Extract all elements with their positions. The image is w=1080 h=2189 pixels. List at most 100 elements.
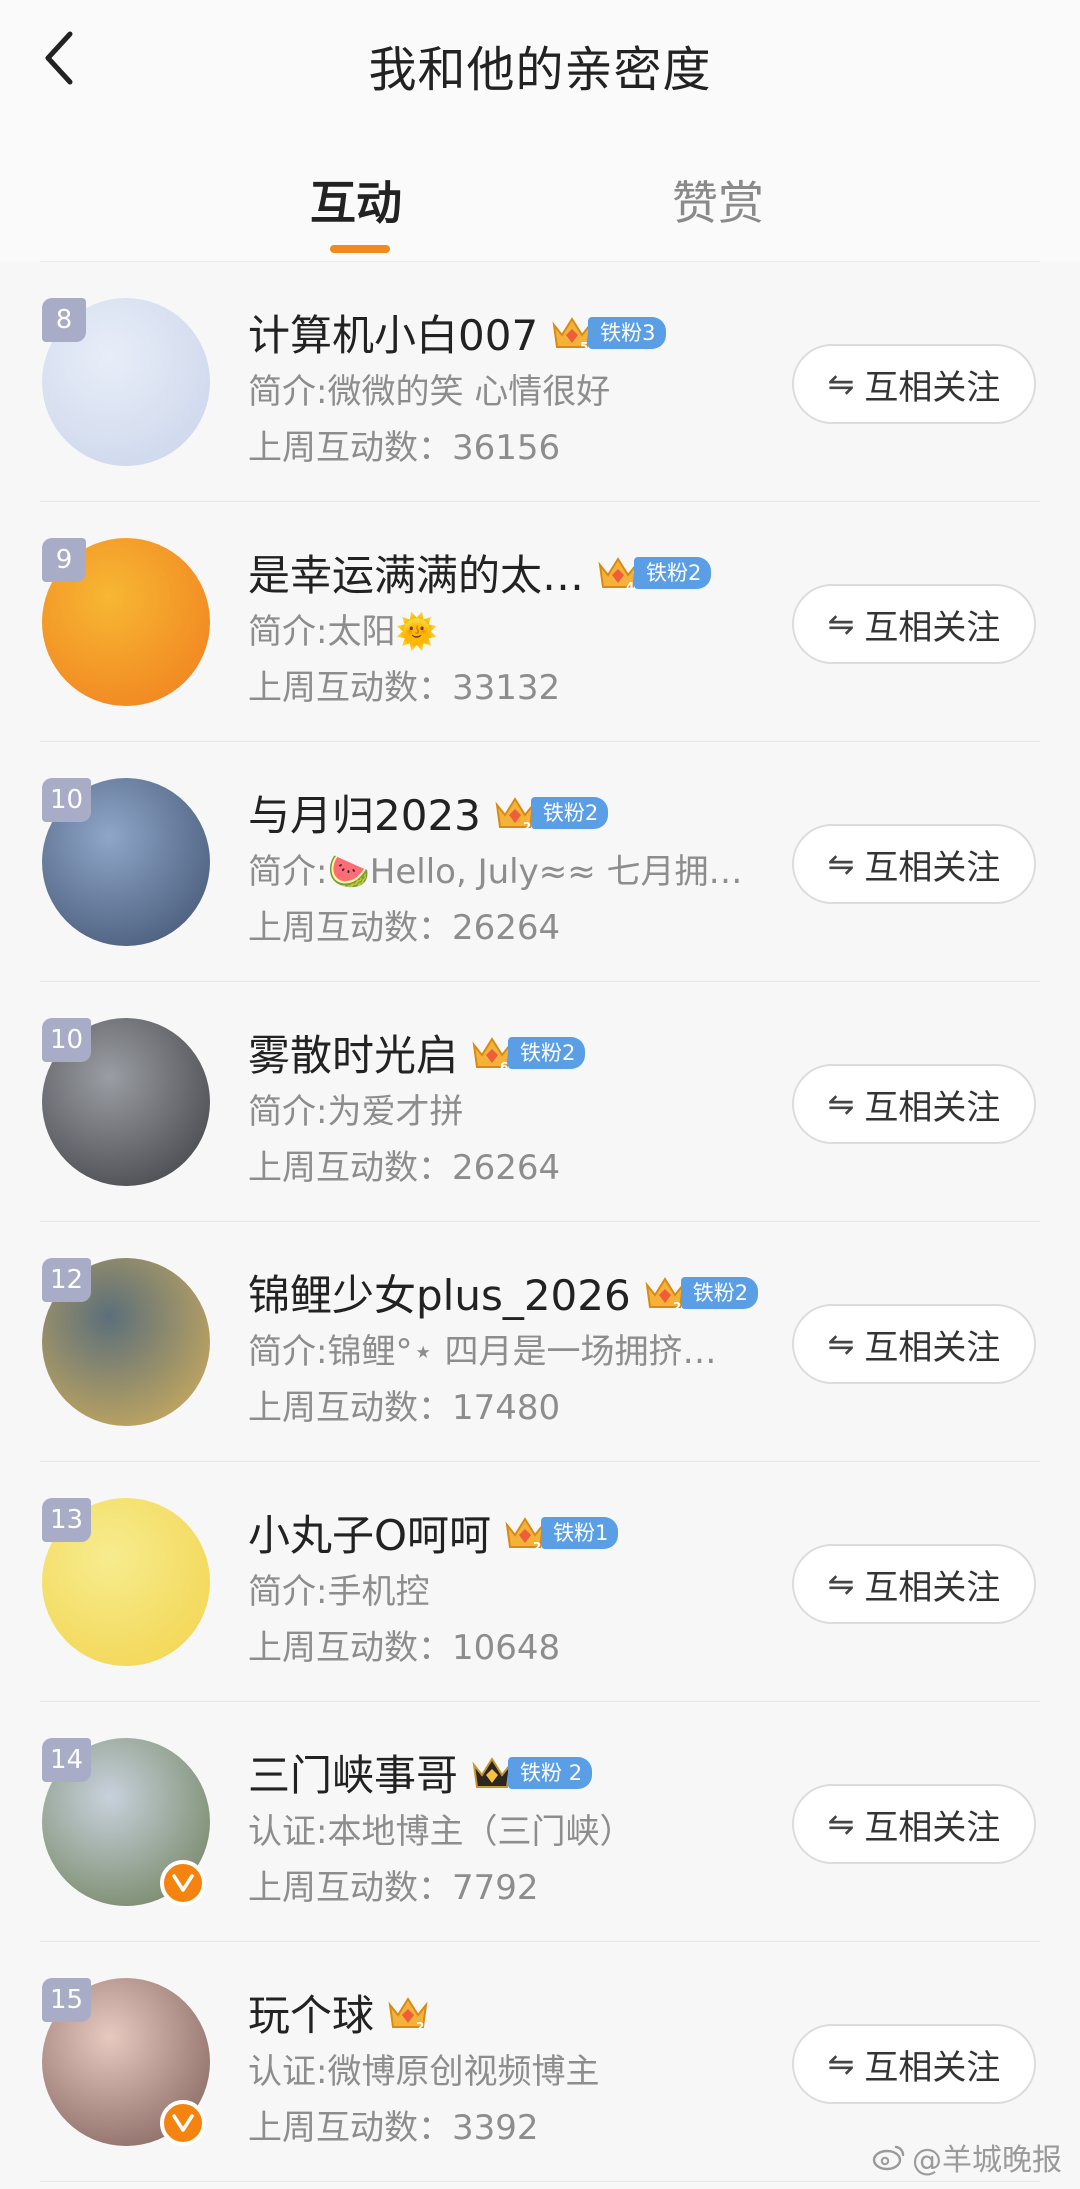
name-line: 是幸运满满的太… 4 铁粉2 [248, 542, 712, 603]
user-name[interactable]: 是幸运满满的太… [248, 542, 584, 603]
crown-level: 2 [523, 820, 531, 833]
user-name[interactable]: 小丸子O呵呵 [248, 1502, 491, 1563]
user-name[interactable]: 与月归2023 [248, 782, 481, 843]
weekly-interaction-count: 上周互动数：3392 [248, 2108, 539, 2148]
follow-label: 互相关注 [864, 1567, 1001, 1608]
fan-level-tag: 铁粉2 [634, 556, 712, 589]
fan-badge: 2 铁粉2 [643, 1273, 759, 1313]
name-line: 三门峡事哥 铁粉 2 [248, 1742, 593, 1803]
fan-level-tag: 铁粉 2 [508, 1756, 593, 1789]
divider [40, 2181, 1040, 2182]
user-intro: 简介:太阳🌞 [248, 612, 438, 652]
mutual-follow-button[interactable]: ⇋ 互相关注 [792, 584, 1036, 664]
follow-label: 互相关注 [864, 1087, 1001, 1128]
mutual-follow-button[interactable]: ⇋ 互相关注 [792, 344, 1036, 424]
tab-interaction[interactable]: 互动 [310, 167, 402, 233]
rank-badge: 8 [42, 298, 86, 342]
mutual-arrows-icon: ⇋ [827, 1085, 855, 1123]
user-name[interactable]: 雾散时光启 [248, 1022, 458, 1083]
list-item[interactable]: 9 是幸运满满的太… 4 铁粉2 简介:太阳🌞 上周互动数：33132 ⇋ 互相关注 [0, 502, 1080, 742]
weekly-interaction-count: 上周互动数：36156 [248, 428, 561, 468]
mutual-follow-button[interactable]: ⇋ 互相关注 [792, 1784, 1036, 1864]
user-name[interactable]: 锦鲤少女plus_2026 [248, 1262, 631, 1323]
mutual-arrows-icon: ⇋ [827, 605, 855, 643]
user-list: 8 计算机小白007 5 铁粉3 简介:微微的笑 心情很好 上周互动数：36156 ⇋ 互相关… [0, 262, 1080, 2182]
weibo-logo-icon [872, 2145, 905, 2171]
list-item[interactable]: 13 小丸子O呵呵 2 铁粉1 简介:手机控 上周互动数：10648 ⇋ 互相关注 [0, 1462, 1080, 1702]
user-name[interactable]: 玩个球 [248, 1982, 374, 2043]
mutual-arrows-icon: ⇋ [827, 365, 855, 403]
follow-label: 互相关注 [864, 847, 1001, 888]
fan-level-tag: 铁粉3 [588, 316, 666, 349]
intimacy-page: 我和他的亲密度 互动 赞赏 8 计算机小白007 5 铁粉3 简介:微微的笑 心情很好上… [0, 0, 1080, 2189]
rank-badge: 15 [42, 1978, 92, 2022]
active-tab-indicator [330, 245, 390, 253]
rank-badge: 9 [42, 538, 86, 582]
user-intro: 简介:为爱才拼 [248, 1092, 464, 1132]
weekly-interaction-count: 上周互动数：26264 [248, 908, 561, 948]
follow-label: 互相关注 [864, 1327, 1001, 1368]
mutual-arrows-icon: ⇋ [827, 1565, 855, 1603]
rank-badge: 10 [42, 778, 92, 822]
follow-label: 互相关注 [864, 1807, 1001, 1848]
name-line: 与月归2023 2 铁粉2 [248, 782, 609, 843]
mutual-arrows-icon: ⇋ [827, 2045, 855, 2083]
mutual-arrows-icon: ⇋ [827, 845, 855, 883]
mutual-follow-button[interactable]: ⇋ 互相关注 [792, 1064, 1036, 1144]
fan-badge: 6 铁粉2 [470, 1033, 586, 1073]
list-item[interactable]: 8 计算机小白007 5 铁粉3 简介:微微的笑 心情很好 上周互动数：36156 ⇋ 互相关… [0, 262, 1080, 502]
fan-level-tag: 铁粉2 [680, 1276, 759, 1309]
list-item[interactable]: 12 锦鲤少女plus_2026 2 铁粉2 简介:锦鲤°⋆ 四月是一场拥挤… 上周互动数… [0, 1222, 1080, 1462]
verified-badge-icon [160, 1860, 206, 1906]
user-name[interactable]: 计算机小白007 [248, 302, 538, 363]
mutual-follow-button[interactable]: ⇋ 互相关注 [792, 1304, 1036, 1384]
weekly-interaction-count: 上周互动数：33132 [248, 668, 561, 708]
fan-badge: 5 铁粉3 [550, 313, 666, 353]
watermark-text: @羊城晚报 [912, 2143, 1062, 2178]
crown-icon: 2 [388, 1996, 428, 2033]
follow-label: 互相关注 [864, 367, 1001, 408]
mutual-arrows-icon: ⇋ [827, 1325, 855, 1363]
tab-reward[interactable]: 赞赏 [672, 167, 764, 233]
user-name[interactable]: 三门峡事哥 [248, 1742, 458, 1803]
page-title: 我和他的亲密度 [368, 42, 712, 98]
user-intro: 简介:锦鲤°⋆ 四月是一场拥挤… [248, 1332, 717, 1372]
list-item[interactable]: 10 雾散时光启 6 铁粉2 简介:为爱才拼 上周互动数：26264 ⇋ 互相关注 [0, 982, 1080, 1222]
list-item[interactable]: 14 三门峡事哥 铁粉 2 认证:本地博主（三门峡） 上周互动数：7792 ⇋ 互相关注 [0, 1702, 1080, 1942]
mutual-follow-button[interactable]: ⇋ 互相关注 [792, 824, 1036, 904]
name-line: 玩个球 2 [248, 1982, 430, 2043]
rank-badge: 14 [42, 1738, 92, 1782]
name-line: 雾散时光启 6 铁粉2 [248, 1022, 586, 1083]
user-intro: 简介:🍉Hello, July≈≈ 七月拥… [248, 852, 743, 892]
user-intro: 简介:手机控 [248, 1572, 430, 1612]
watermark: @羊城晚报 [872, 2135, 1062, 2179]
follow-label: 互相关注 [864, 2047, 1001, 2088]
fan-level-tag: 铁粉1 [541, 1516, 619, 1549]
fan-level-tag: 铁粉2 [508, 1036, 586, 1069]
crown-level: 2 [416, 2020, 424, 2033]
weekly-interaction-count: 上周互动数：10648 [248, 1628, 561, 1668]
weekly-interaction-count: 上周互动数：7792 [248, 1868, 539, 1908]
rank-badge: 10 [42, 1018, 92, 1062]
rank-badge: 12 [42, 1258, 92, 1302]
verified-badge-icon [160, 2100, 206, 2146]
fan-badge: 铁粉 2 [470, 1753, 593, 1793]
name-line: 锦鲤少女plus_2026 2 铁粉2 [248, 1262, 759, 1323]
fan-level-tag: 铁粉2 [530, 796, 609, 829]
name-line: 计算机小白007 5 铁粉3 [248, 302, 666, 363]
fan-badge: 2 [386, 1993, 430, 2033]
user-intro: 简介:微微的笑 心情很好 [248, 372, 611, 412]
weekly-interaction-count: 上周互动数：17480 [248, 1388, 561, 1428]
mutual-arrows-icon: ⇋ [827, 1805, 855, 1843]
tab-bar: 互动 赞赏 [0, 122, 1080, 262]
header: 我和他的亲密度 [0, 0, 1080, 123]
fan-badge: 2 铁粉2 [493, 793, 609, 833]
user-intro: 认证:本地博主（三门峡） [248, 1812, 634, 1852]
mutual-follow-button[interactable]: ⇋ 互相关注 [792, 2024, 1036, 2104]
fan-badge: 4 铁粉2 [596, 553, 712, 593]
mutual-follow-button[interactable]: ⇋ 互相关注 [792, 1544, 1036, 1624]
fan-badge: 2 铁粉1 [503, 1513, 619, 1553]
user-intro: 认证:微博原创视频博主 [248, 2052, 600, 2092]
list-item[interactable]: 10 与月归2023 2 铁粉2 简介:🍉Hello, July≈≈ 七月拥… 上周互动数… [0, 742, 1080, 982]
crown-level: 2 [673, 1300, 681, 1313]
